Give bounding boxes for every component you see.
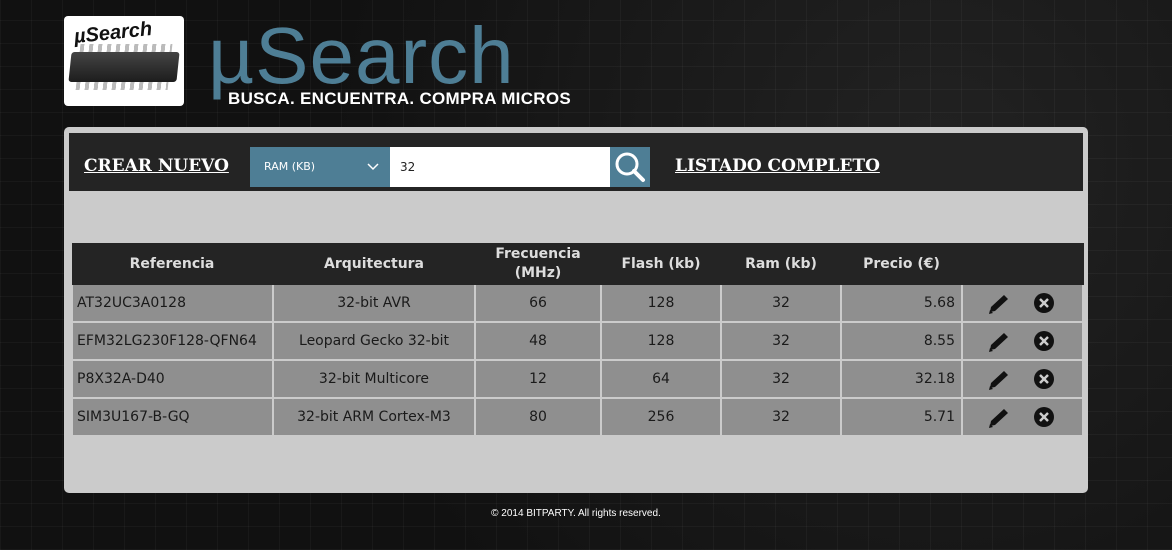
cell-flash: 128 xyxy=(600,322,722,361)
cell-actions xyxy=(961,322,1084,361)
circle-x-delete-icon[interactable] xyxy=(1033,406,1055,428)
column-header[interactable]: Precio (€) xyxy=(841,243,963,285)
chevron-down-icon xyxy=(366,147,380,203)
table-row[interactable]: AT32UC3A0128 32-bit AVR 66 128 32 5.68 xyxy=(71,285,1084,323)
cell-price: 32.18 xyxy=(840,360,963,399)
search-input[interactable]: 32 xyxy=(390,147,610,187)
cell-reference: AT32UC3A0128 xyxy=(71,285,274,323)
pencil-edit-icon[interactable] xyxy=(987,331,1013,353)
cell-actions xyxy=(961,360,1084,399)
site-logo[interactable]: µSearch xyxy=(64,16,184,106)
toolbar: CREAR NUEVO RAM (KB) 32 LISTADO COMPLETO xyxy=(69,133,1083,191)
cell-frequency: 48 xyxy=(474,322,602,361)
brand-tagline: BUSCA. ENCUENTRA. COMPRA MICROS xyxy=(228,89,572,108)
cell-price: 5.71 xyxy=(840,398,963,437)
table-row[interactable]: P8X32A-D40 32-bit Multicore 12 64 32 32.… xyxy=(71,360,1084,399)
circle-x-delete-icon[interactable] xyxy=(1033,292,1055,314)
cell-flash: 64 xyxy=(600,360,722,399)
table-row[interactable]: SIM3U167-B-GQ 32-bit ARM Cortex-M3 80 25… xyxy=(71,398,1084,437)
pencil-edit-icon[interactable] xyxy=(987,369,1013,391)
results-table: Referencia Arquitectura Frecuencia (MHz)… xyxy=(71,243,1084,437)
search-field-select[interactable]: RAM (KB) xyxy=(250,147,390,187)
circle-x-delete-icon[interactable] xyxy=(1033,368,1055,390)
main-panel: CREAR NUEVO RAM (KB) 32 LISTADO COMPLETO… xyxy=(64,127,1088,493)
column-header[interactable]: Referencia xyxy=(72,243,274,285)
column-header[interactable]: Flash (kb) xyxy=(601,243,722,285)
full-list-link[interactable]: LISTADO COMPLETO xyxy=(675,156,880,176)
cell-actions xyxy=(961,398,1084,437)
column-header[interactable]: Arquitectura xyxy=(273,243,476,285)
search-button[interactable] xyxy=(610,147,650,187)
cell-architecture: 32-bit Multicore xyxy=(272,360,476,399)
table-header-row: Referencia Arquitectura Frecuencia (MHz)… xyxy=(72,243,1084,285)
cell-flash: 128 xyxy=(600,285,722,323)
column-header-actions xyxy=(962,243,1084,285)
cell-ram: 32 xyxy=(720,398,842,437)
cell-ram: 32 xyxy=(720,285,842,323)
cell-frequency: 12 xyxy=(474,360,602,399)
cell-architecture: Leopard Gecko 32-bit xyxy=(272,322,476,361)
search-icon xyxy=(615,152,645,182)
circle-x-delete-icon[interactable] xyxy=(1033,330,1055,352)
pencil-edit-icon[interactable] xyxy=(987,293,1013,315)
cell-frequency: 80 xyxy=(474,398,602,437)
cell-architecture: 32-bit ARM Cortex-M3 xyxy=(272,398,476,437)
create-new-link[interactable]: CREAR NUEVO xyxy=(84,156,229,176)
cell-reference: EFM32LG230F128-QFN64 xyxy=(71,322,274,361)
column-header[interactable]: Frecuencia (MHz) xyxy=(475,243,602,285)
column-header[interactable]: Ram (kb) xyxy=(721,243,842,285)
cell-ram: 32 xyxy=(720,360,842,399)
cell-reference: P8X32A-D40 xyxy=(71,360,274,399)
pencil-edit-icon[interactable] xyxy=(987,407,1013,429)
footer-copyright: © 2014 BITPARTY. All rights reserved. xyxy=(491,508,661,519)
cell-price: 5.68 xyxy=(840,285,963,323)
cell-frequency: 66 xyxy=(474,285,602,323)
cell-price: 8.55 xyxy=(840,322,963,361)
cell-flash: 256 xyxy=(600,398,722,437)
search-field-label: RAM (KB) xyxy=(264,160,316,173)
cell-architecture: 32-bit AVR xyxy=(272,285,476,323)
cell-ram: 32 xyxy=(720,322,842,361)
cell-reference: SIM3U167-B-GQ xyxy=(71,398,274,437)
table-row[interactable]: EFM32LG230F128-QFN64 Leopard Gecko 32-bi… xyxy=(71,322,1084,361)
cell-actions xyxy=(961,285,1084,323)
microchip-logo-icon xyxy=(68,52,180,82)
